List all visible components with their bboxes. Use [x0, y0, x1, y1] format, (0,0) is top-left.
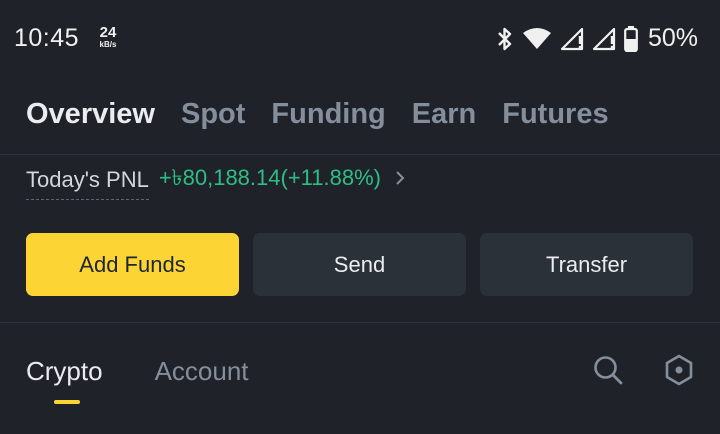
transfer-button[interactable]: Transfer [480, 233, 693, 296]
section-divider [0, 322, 720, 323]
network-speed-unit: kB/s [99, 40, 117, 49]
signal-icon [560, 27, 584, 51]
tab-futures[interactable]: Futures [502, 98, 608, 131]
tab-spot[interactable]: Spot [181, 98, 245, 131]
todays-pnl-row[interactable]: Today's PNL +৳80,188.14(+11.88%) [26, 165, 405, 200]
signal-icon [592, 27, 616, 51]
network-speed: 24 kB/s [94, 25, 122, 49]
tabs-divider [0, 154, 720, 155]
add-funds-button[interactable]: Add Funds [26, 233, 239, 296]
status-time: 10:45 [14, 24, 80, 52]
pnl-label[interactable]: Today's PNL [26, 167, 149, 200]
battery-icon [624, 25, 638, 52]
status-icons: 50% [496, 24, 698, 53]
status-bar: 10:45 24 kB/s 50% [0, 0, 720, 78]
active-tab-indicator [54, 400, 80, 404]
action-buttons: Add Funds Send Transfer [26, 233, 693, 296]
main-tabs: Overview Spot Funding Earn Futures [26, 98, 609, 131]
send-button[interactable]: Send [253, 233, 466, 296]
tab-account[interactable]: Account [155, 356, 249, 387]
tab-overview[interactable]: Overview [26, 98, 155, 131]
tab-crypto[interactable]: Crypto [26, 356, 103, 387]
bluetooth-icon [496, 26, 514, 52]
asset-tabs: Crypto Account [26, 356, 249, 387]
asset-tools [592, 354, 694, 391]
settings-hexagon-icon[interactable] [664, 354, 694, 391]
battery-percentage: 50% [647, 24, 698, 52]
search-icon[interactable] [592, 354, 624, 391]
tab-earn[interactable]: Earn [412, 98, 476, 131]
tab-funding[interactable]: Funding [271, 98, 385, 131]
wifi-icon [522, 27, 552, 51]
network-speed-value: 24 [99, 24, 117, 41]
pnl-value: +৳80,188.14(+11.88%) [158, 165, 381, 190]
chevron-right-icon[interactable] [395, 170, 405, 196]
